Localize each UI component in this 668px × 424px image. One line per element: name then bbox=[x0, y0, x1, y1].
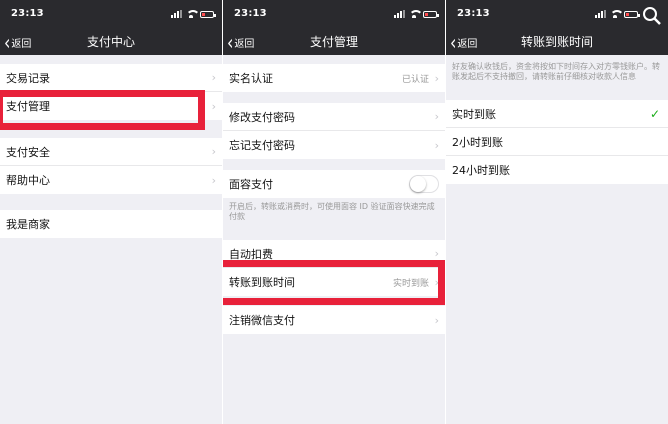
page-title: 转账到账时间 bbox=[520, 35, 593, 49]
real-name-verification[interactable]: 实名认证 已认证 › bbox=[223, 64, 445, 92]
status-time: 23:13 bbox=[457, 8, 490, 19]
menu-item-transactions[interactable]: 交易记录 › bbox=[0, 64, 222, 92]
chevron-right-icon: › bbox=[211, 145, 216, 158]
menu-item-merchant[interactable]: 我是商家 bbox=[0, 210, 222, 238]
deregister-wechat-pay[interactable]: 注销微信支付 › bbox=[223, 306, 445, 334]
status-icons bbox=[394, 10, 439, 18]
menu-item-payment-security[interactable]: 支付安全 › bbox=[0, 138, 222, 166]
option-realtime[interactable]: 实时到账 ✓ bbox=[446, 100, 668, 128]
status-icons bbox=[171, 10, 216, 18]
highlight-box bbox=[223, 260, 445, 305]
wifi-icon bbox=[409, 10, 423, 18]
chevron-right-icon: › bbox=[211, 99, 216, 113]
settings-group: 修改支付密码 › 忘记支付密码 › bbox=[223, 103, 445, 159]
panel-payment-center: 23:13 ‹ 返回 支付中心 交易记录 › 支付管理 › 支付安全 › 帮助中… bbox=[0, 0, 222, 424]
battery-icon bbox=[624, 10, 640, 18]
chevron-right-icon: › bbox=[434, 313, 439, 327]
battery-icon bbox=[200, 10, 216, 18]
row-label: 面容支付 bbox=[229, 178, 273, 191]
chevron-right-icon: › bbox=[434, 71, 439, 85]
face-pay-note: 开启后，转账或消费时，可使用面容 ID 验证面容快速完成付款 bbox=[229, 202, 435, 221]
menu-item-label: 支付安全 bbox=[6, 145, 50, 159]
chevron-right-icon: › bbox=[434, 247, 439, 260]
transfer-time-note: 好友确认收钱后，资金将按如下时间存入对方零钱账户。转账发起后不支持撤回，请转账前… bbox=[452, 62, 660, 81]
option-24-hours[interactable]: 24小时到账 bbox=[446, 156, 668, 184]
row-label: 实名认证 bbox=[229, 72, 273, 85]
panel-payment-management: 23:13 ‹ 返回 支付管理 实名认证 已认证 › 修改支付密码 › 忘记支付… bbox=[223, 0, 445, 424]
checkmark-icon: ✓ bbox=[649, 106, 660, 121]
chevron-right-icon: › bbox=[211, 71, 216, 84]
forgot-pay-password[interactable]: 忘记支付密码 › bbox=[223, 131, 445, 159]
row-label: 注销微信支付 bbox=[229, 314, 295, 327]
option-label: 24小时到账 bbox=[452, 164, 510, 177]
row-label: 修改支付密码 bbox=[229, 110, 295, 124]
wifi-icon bbox=[186, 10, 200, 18]
signal-icon bbox=[171, 10, 182, 18]
highlight-box bbox=[0, 90, 205, 130]
row-label: 忘记支付密码 bbox=[229, 139, 295, 152]
signal-icon bbox=[595, 10, 606, 18]
status-time: 23:13 bbox=[11, 8, 44, 19]
status-icons bbox=[595, 10, 640, 18]
settings-group: 实名认证 已认证 › bbox=[223, 64, 445, 92]
option-label: 2小时到账 bbox=[452, 135, 503, 149]
face-pay-row: 面容支付 bbox=[223, 170, 445, 198]
menu-group: 支付安全 › 帮助中心 › bbox=[0, 138, 222, 194]
wifi-icon bbox=[610, 10, 624, 18]
menu-item-help-center[interactable]: 帮助中心 › bbox=[0, 166, 222, 194]
option-2-hours[interactable]: 2小时到账 bbox=[446, 128, 668, 156]
chevron-right-icon: › bbox=[434, 110, 439, 123]
chevron-right-icon: › bbox=[434, 138, 439, 152]
menu-item-label: 交易记录 bbox=[6, 71, 50, 85]
face-pay-toggle[interactable] bbox=[409, 175, 439, 193]
nav-bar: 23:13 ‹ 返回 支付管理 bbox=[223, 0, 445, 55]
settings-group: 注销微信支付 › bbox=[223, 306, 445, 334]
options-group: 实时到账 ✓ 2小时到账 24小时到账 bbox=[446, 100, 668, 184]
nav-bar: 23:13 ‹ 返回 支付中心 bbox=[0, 0, 222, 55]
row-value: 已认证 bbox=[401, 74, 429, 85]
settings-group: 面容支付 bbox=[223, 170, 445, 198]
menu-group: 我是商家 bbox=[0, 210, 222, 238]
change-pay-password[interactable]: 修改支付密码 › bbox=[223, 103, 445, 131]
panel-transfer-time: 23:13 ‹ 返回 转账到账时间 好友确认收钱后，资金将按如下时间存入对方零钱… bbox=[446, 0, 668, 424]
page-title: 支付管理 bbox=[309, 35, 358, 49]
option-label: 实时到账 bbox=[452, 107, 496, 121]
status-time: 23:13 bbox=[234, 8, 267, 19]
search-icon[interactable] bbox=[642, 6, 662, 26]
menu-item-label: 帮助中心 bbox=[6, 174, 50, 187]
signal-icon bbox=[394, 10, 405, 18]
page-title: 支付中心 bbox=[86, 35, 135, 49]
nav-bar: 23:13 ‹ 返回 转账到账时间 bbox=[446, 0, 668, 55]
chevron-right-icon: › bbox=[211, 173, 216, 187]
battery-icon bbox=[423, 10, 439, 18]
menu-item-label: 我是商家 bbox=[6, 218, 50, 231]
